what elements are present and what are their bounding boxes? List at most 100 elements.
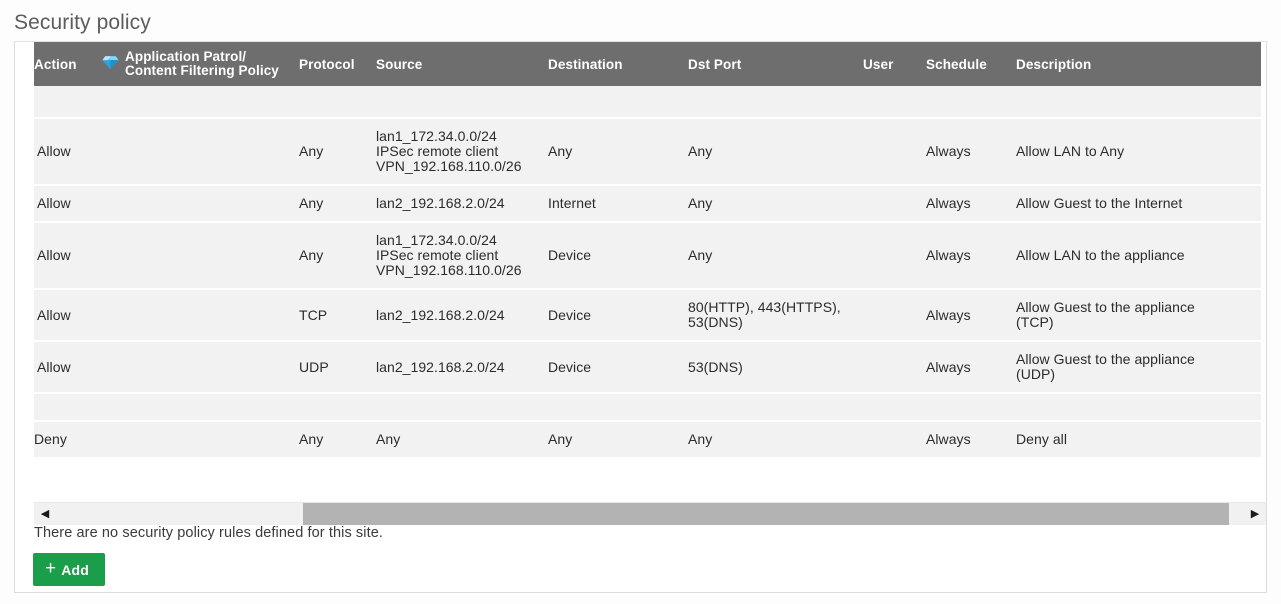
cell-description: Allow LAN to the appliance bbox=[1016, 222, 1261, 290]
table-row[interactable]: Allow Any lan1_172.34.0.0/24 IPSec remote c… bbox=[34, 118, 1261, 186]
page-title: Security policy bbox=[14, 11, 151, 34]
cell-user bbox=[863, 341, 926, 394]
gem-icon bbox=[102, 55, 119, 73]
table-row[interactable]: Allow Any lan2_192.168.2.0/24 Internet Any Al… bbox=[34, 185, 1261, 223]
cell-destination: Device bbox=[548, 341, 688, 394]
security-policy-panel: Action Application Patrol/ Content Filte… bbox=[14, 41, 1267, 593]
cell-user bbox=[863, 222, 926, 290]
column-header-dst-port[interactable]: Dst Port bbox=[688, 42, 863, 86]
column-header-action[interactable]: Action bbox=[34, 42, 102, 86]
header-spacer-row bbox=[34, 86, 1261, 119]
column-header-source-label: Source bbox=[376, 56, 423, 72]
cell-destination: Internet bbox=[548, 185, 688, 223]
column-header-description[interactable]: Description bbox=[1016, 42, 1261, 86]
cell-action: Deny bbox=[34, 421, 102, 459]
cell-destination: Device bbox=[548, 222, 688, 290]
column-header-protocol-label: Protocol bbox=[299, 56, 355, 72]
cell-dst-port: Any bbox=[688, 185, 863, 223]
cell-app-policy bbox=[102, 341, 299, 394]
cell-protocol: Any bbox=[299, 118, 376, 186]
cell-app-policy bbox=[102, 118, 299, 186]
cell-user bbox=[863, 118, 926, 186]
cell-app-policy bbox=[102, 222, 299, 290]
cell-protocol: Any bbox=[299, 185, 376, 223]
cell-protocol: TCP bbox=[299, 289, 376, 342]
cell-source: lan1_172.34.0.0/24 IPSec remote client VPN… bbox=[376, 118, 548, 186]
security-policy-table: Action Application Patrol/ Content Filte… bbox=[34, 42, 1261, 459]
cell-schedule: Always bbox=[926, 185, 1016, 223]
add-button[interactable]: + Add bbox=[33, 553, 105, 586]
cell-source: lan2_192.168.2.0/24 bbox=[376, 289, 548, 342]
table-header: Action Application Patrol/ Content Filte… bbox=[34, 42, 1261, 86]
column-header-destination-label: Destination bbox=[548, 56, 623, 72]
cell-dst-port: Any bbox=[688, 118, 863, 186]
column-header-schedule[interactable]: Schedule bbox=[926, 42, 1016, 86]
header-spacer-row-cell bbox=[34, 86, 1261, 119]
cell-dst-port: 53(DNS) bbox=[688, 341, 863, 394]
cell-dst-port: Any bbox=[688, 421, 863, 459]
cell-source: Any bbox=[376, 421, 548, 459]
cell-action: Allow bbox=[34, 118, 102, 186]
cell-description: Allow Guest to the appliance (UDP) bbox=[1016, 341, 1261, 394]
cell-schedule: Always bbox=[926, 222, 1016, 290]
scroll-right-arrow-icon[interactable]: ▶ bbox=[1244, 502, 1266, 525]
column-header-user[interactable]: User bbox=[863, 42, 926, 86]
cell-destination: Any bbox=[548, 118, 688, 186]
cell-app-policy bbox=[102, 289, 299, 342]
cell-source: lan1_172.34.0.0/24 IPSec remote client VPN… bbox=[376, 222, 548, 290]
cell-app-policy bbox=[102, 185, 299, 223]
column-header-app-policy[interactable]: Application Patrol/ Content Filtering Po… bbox=[102, 42, 299, 86]
cell-schedule: Always bbox=[926, 421, 1016, 459]
cell-description: Allow Guest to the appliance (TCP) bbox=[1016, 289, 1261, 342]
cell-source: lan2_192.168.2.0/24 bbox=[376, 185, 548, 223]
horizontal-scrollbar[interactable]: ◀ ▶ bbox=[34, 502, 1266, 525]
cell-destination: Device bbox=[548, 289, 688, 342]
column-header-user-label: User bbox=[863, 56, 894, 72]
cell-schedule: Always bbox=[926, 289, 1016, 342]
cell-action: Allow bbox=[34, 222, 102, 290]
scrollbar-track[interactable] bbox=[56, 502, 1244, 525]
table-viewport: Action Application Patrol/ Content Filte… bbox=[15, 42, 1266, 459]
empty-state-message: There are no security policy rules defin… bbox=[34, 525, 384, 541]
column-header-protocol[interactable]: Protocol bbox=[299, 42, 376, 86]
app-policy-label-line1: Application Patrol/ bbox=[125, 49, 247, 64]
column-header-description-label: Description bbox=[1016, 56, 1092, 72]
cell-description: Allow Guest to the Internet bbox=[1016, 185, 1261, 223]
default-rule-gap-row-cell bbox=[34, 393, 1261, 422]
cell-user bbox=[863, 421, 926, 459]
add-button-label: Add bbox=[61, 561, 90, 578]
table-row[interactable]: Allow TCP lan2_192.168.2.0/24 Device 80(HTTP… bbox=[34, 289, 1261, 342]
default-rule-gap-row bbox=[34, 393, 1261, 422]
column-header-source[interactable]: Source bbox=[376, 42, 548, 86]
cell-user bbox=[863, 185, 926, 223]
scroll-left-arrow-icon[interactable]: ◀ bbox=[34, 502, 56, 525]
table-row[interactable]: Allow UDP lan2_192.168.2.0/24 Device 53(DNS)… bbox=[34, 341, 1261, 394]
cell-dst-port: 80(HTTP), 443(HTTPS), 53(DNS) bbox=[688, 289, 863, 342]
column-header-dst-port-label: Dst Port bbox=[688, 56, 742, 72]
table-row[interactable]: Allow Any lan1_172.34.0.0/24 IPSec remote c… bbox=[34, 222, 1261, 290]
table-header-row: Action Application Patrol/ Content Filte… bbox=[34, 42, 1261, 86]
cell-action: Allow bbox=[34, 341, 102, 394]
cell-dst-port: Any bbox=[688, 222, 863, 290]
cell-app-policy bbox=[102, 421, 299, 459]
table-body: Allow Any lan1_172.34.0.0/24 IPSec remote c… bbox=[34, 86, 1261, 459]
cell-protocol: Any bbox=[299, 222, 376, 290]
cell-schedule: Always bbox=[926, 118, 1016, 186]
cell-source: lan2_192.168.2.0/24 bbox=[376, 341, 548, 394]
scrollbar-thumb[interactable] bbox=[303, 502, 1229, 525]
column-header-destination[interactable]: Destination bbox=[548, 42, 688, 86]
app-policy-label-line2: Content Filtering Policy bbox=[125, 63, 279, 78]
column-header-app-policy-label: Application Patrol/ Content Filtering Po… bbox=[125, 50, 279, 78]
cell-destination: Any bbox=[548, 421, 688, 459]
cell-action: Allow bbox=[34, 289, 102, 342]
column-header-schedule-label: Schedule bbox=[926, 56, 987, 72]
cell-action: Allow bbox=[34, 185, 102, 223]
table-row[interactable]: Deny Any Any Any Any Always Deny all bbox=[34, 421, 1261, 459]
cell-description: Allow LAN to Any bbox=[1016, 118, 1261, 186]
plus-icon: + bbox=[44, 557, 57, 579]
cell-schedule: Always bbox=[926, 341, 1016, 394]
cell-protocol: Any bbox=[299, 421, 376, 459]
cell-protocol: UDP bbox=[299, 341, 376, 394]
column-header-action-label: Action bbox=[34, 56, 77, 72]
cell-description: Deny all bbox=[1016, 421, 1261, 459]
